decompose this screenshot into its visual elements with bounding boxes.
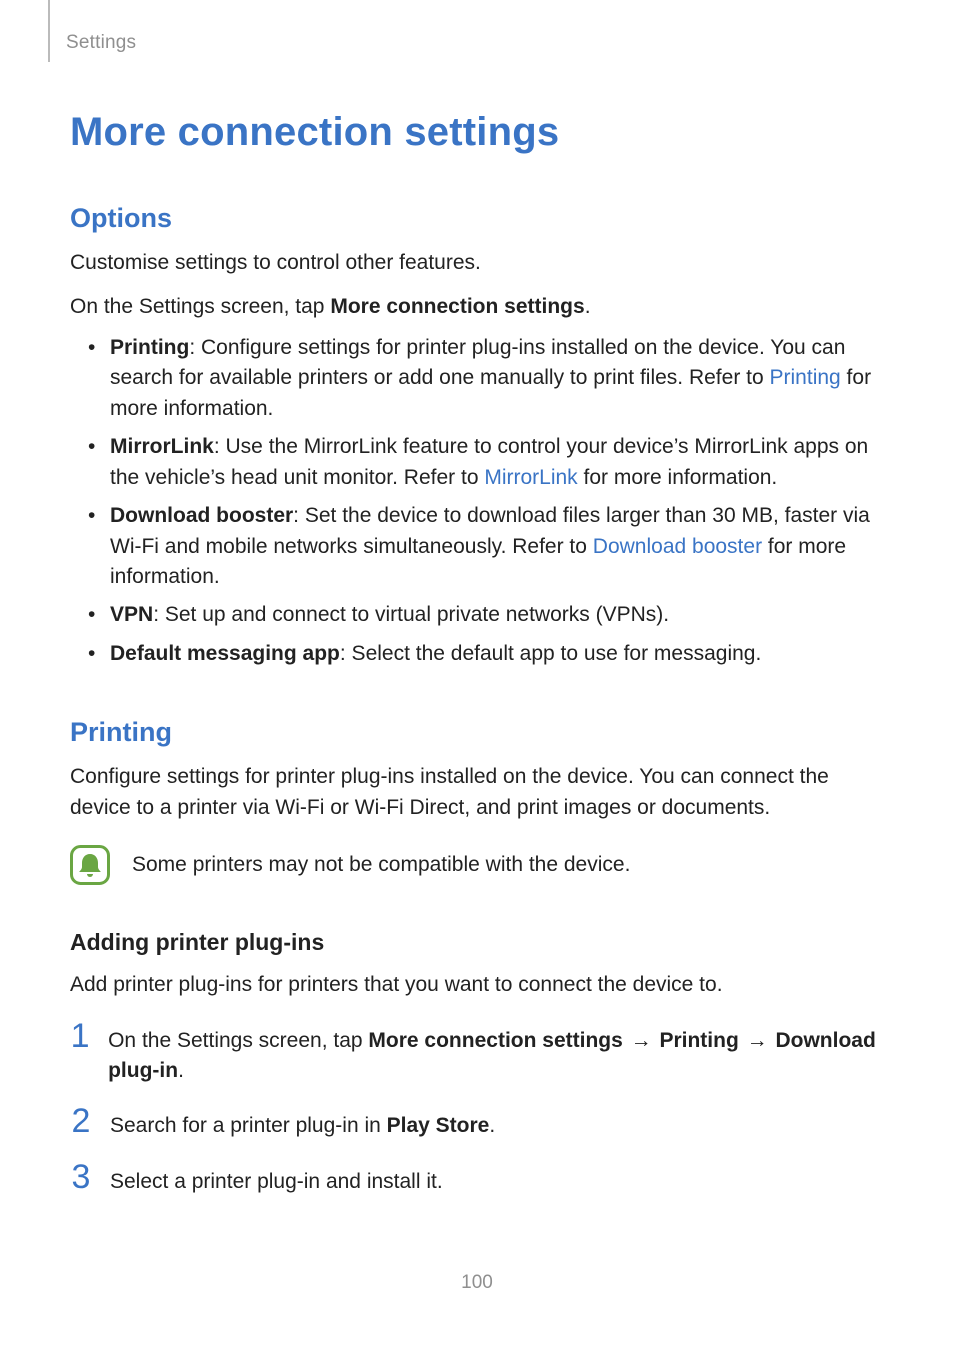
list-item: MirrorLink: Use the MirrorLink feature t… bbox=[70, 432, 884, 493]
options-list: Printing: Configure settings for printer… bbox=[70, 333, 884, 669]
list-item: Download booster: Set the device to down… bbox=[70, 501, 884, 592]
text: . bbox=[585, 295, 591, 318]
bell-icon bbox=[70, 845, 110, 885]
ui-path: Play Store bbox=[387, 1114, 490, 1137]
text: : Select the default app to use for mess… bbox=[340, 642, 761, 665]
page-title: More connection settings bbox=[70, 110, 884, 155]
printing-intro: Configure settings for printer plug-ins … bbox=[70, 762, 884, 823]
list-item: Default messaging app: Select the defaul… bbox=[70, 639, 884, 669]
step-number: 2 bbox=[70, 1104, 92, 1138]
step-body: On the Settings screen, tap More connect… bbox=[108, 1026, 884, 1087]
step-body: Search for a printer plug-in in Play Sto… bbox=[110, 1111, 495, 1141]
step-3: 3 Select a printer plug-in and install i… bbox=[70, 1160, 884, 1197]
item-label: Download booster bbox=[110, 504, 293, 527]
step-number: 3 bbox=[70, 1160, 92, 1194]
options-intro-1: Customise settings to control other feat… bbox=[70, 248, 884, 278]
item-label: VPN bbox=[110, 603, 153, 626]
item-label: Printing bbox=[110, 336, 189, 359]
page-number: 100 bbox=[0, 1272, 954, 1294]
item-label: Default messaging app bbox=[110, 642, 340, 665]
subsection-intro: Add printer plug-ins for printers that y… bbox=[70, 970, 884, 1000]
ui-path: More connection settings bbox=[330, 295, 584, 318]
note: Some printers may not be compatible with… bbox=[70, 845, 884, 885]
link-printing[interactable]: Printing bbox=[770, 366, 841, 389]
text: On the Settings screen, tap bbox=[70, 295, 330, 318]
page: Settings More connection settings Option… bbox=[0, 0, 954, 1350]
text: On the Settings screen, tap bbox=[108, 1029, 368, 1052]
item-label: MirrorLink bbox=[110, 435, 214, 458]
text: . bbox=[178, 1059, 184, 1082]
note-text: Some printers may not be compatible with… bbox=[132, 850, 630, 879]
text: Search for a printer plug-in in bbox=[110, 1114, 387, 1137]
steps-list: 1 On the Settings screen, tap More conne… bbox=[70, 1019, 884, 1198]
text: . bbox=[489, 1114, 495, 1137]
ui-path: Printing bbox=[659, 1029, 738, 1052]
step-1: 1 On the Settings screen, tap More conne… bbox=[70, 1019, 884, 1087]
section-heading-options: Options bbox=[70, 203, 884, 234]
arrow-icon: → bbox=[623, 1029, 660, 1052]
subsection-heading: Adding printer plug-ins bbox=[70, 929, 884, 956]
section-heading-printing: Printing bbox=[70, 717, 884, 748]
list-item: Printing: Configure settings for printer… bbox=[70, 333, 884, 424]
text: : Configure settings for printer plug-in… bbox=[110, 336, 845, 389]
breadcrumb: Settings bbox=[66, 32, 136, 54]
step-body: Select a printer plug-in and install it. bbox=[110, 1167, 443, 1197]
options-intro-2: On the Settings screen, tap More connect… bbox=[70, 292, 884, 322]
text: : Set up and connect to virtual private … bbox=[153, 603, 669, 626]
link-mirrorlink[interactable]: MirrorLink bbox=[484, 466, 577, 489]
list-item: VPN: Set up and connect to virtual priva… bbox=[70, 600, 884, 630]
link-download-booster[interactable]: Download booster bbox=[593, 535, 762, 558]
text: for more information. bbox=[578, 466, 778, 489]
step-2: 2 Search for a printer plug-in in Play S… bbox=[70, 1104, 884, 1141]
step-number: 1 bbox=[70, 1019, 90, 1053]
header-rule bbox=[48, 0, 50, 62]
arrow-icon: → bbox=[739, 1029, 776, 1052]
ui-path: More connection settings bbox=[368, 1029, 622, 1052]
